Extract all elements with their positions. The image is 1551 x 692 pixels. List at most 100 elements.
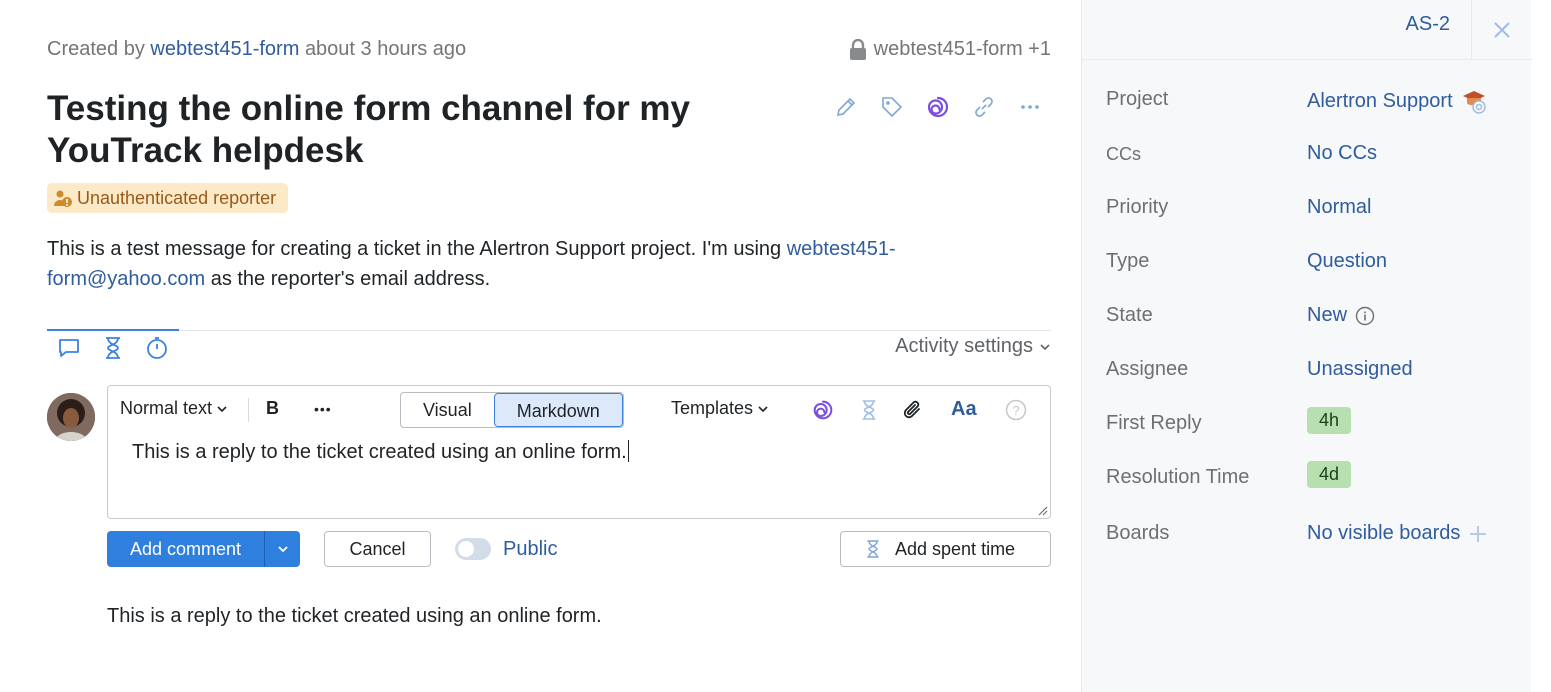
field-boards[interactable]: Boards No visible boards	[1106, 520, 1516, 574]
add-comment-button-group: Add comment	[107, 531, 301, 567]
activity-tab-active-indicator	[47, 329, 179, 331]
resize-handle-icon[interactable]	[1036, 504, 1048, 516]
sidebar-header: AS-2	[1082, 0, 1532, 60]
field-value-group[interactable]: 4d	[1307, 461, 1352, 488]
templates-label: Templates	[671, 398, 754, 418]
issue-main-pane: Created by webtest451-form about 3 hours…	[0, 0, 1081, 692]
history-tab-icon[interactable]	[145, 335, 169, 361]
bold-button[interactable]: B	[266, 398, 279, 419]
link-icon[interactable]	[971, 94, 997, 120]
text-style-dropdown[interactable]: Normal text	[120, 398, 228, 419]
editor-content-text: This is a reply to the ticket created us…	[132, 441, 627, 463]
issue-title: Testing the online form channel for my Y…	[47, 89, 691, 170]
field-label: Priority	[1106, 196, 1169, 218]
editor-toolbar: Normal text B ••• Visual Markdown Templa…	[108, 386, 1050, 434]
issue-id-link[interactable]: AS-2	[1406, 13, 1450, 36]
add-spent-time-button[interactable]: Add spent time	[840, 531, 1051, 567]
editor-mode-switch: Visual Markdown	[400, 392, 624, 428]
user-warning-icon	[54, 190, 72, 207]
field-project[interactable]: Project Alertron Support	[1106, 86, 1516, 140]
field-label: Boards	[1106, 522, 1170, 544]
cancel-button[interactable]: Cancel	[324, 531, 431, 567]
chevron-down-icon	[217, 405, 227, 412]
field-label: State	[1106, 304, 1153, 326]
field-resolution-time[interactable]: Resolution Time 4d	[1106, 461, 1516, 520]
field-value-group[interactable]: New	[1307, 304, 1375, 327]
field-ccs[interactable]: CCs No CCs	[1106, 140, 1516, 194]
issue-fields-sidebar: AS-2 Project Alertron Support CCs No CCs…	[1081, 0, 1532, 692]
tag-icon[interactable]	[879, 94, 905, 120]
avatar	[47, 393, 95, 441]
toolbar-divider	[248, 398, 249, 422]
field-label: Assignee	[1106, 358, 1189, 380]
created-user-link[interactable]: webtest451-form	[150, 38, 299, 60]
attachment-icon[interactable]	[899, 396, 927, 424]
markdown-mode-button[interactable]: Markdown	[493, 393, 623, 427]
more-formatting-button[interactable]: •••	[314, 401, 332, 417]
public-toggle[interactable]	[455, 538, 491, 560]
field-type[interactable]: Type Question	[1106, 248, 1516, 302]
reporter-badge: Unauthenticated reporter	[47, 183, 289, 213]
hourglass-icon[interactable]	[855, 396, 883, 424]
edit-pencil-icon[interactable]	[833, 94, 859, 120]
field-value-group[interactable]: No visible boards	[1307, 522, 1488, 545]
field-value[interactable]: Normal	[1307, 196, 1371, 219]
toggle-knob	[458, 541, 474, 557]
close-icon[interactable]	[1490, 18, 1514, 42]
visibility-label: webtest451-form +1	[873, 38, 1051, 60]
helpdesk-project-icon	[1462, 91, 1486, 114]
plus-icon[interactable]	[1468, 524, 1488, 544]
field-value-link[interactable]: Alertron Support	[1307, 88, 1487, 114]
reporter-badge-label: Unauthenticated reporter	[77, 187, 277, 208]
svg-text:?: ?	[1012, 403, 1019, 418]
more-actions-icon[interactable]	[1017, 94, 1043, 120]
editor-content[interactable]: This is a reply to the ticket created us…	[132, 440, 629, 464]
boards-value: No visible boards	[1307, 522, 1461, 544]
title-actions	[833, 94, 1043, 120]
templates-dropdown[interactable]: Templates	[671, 398, 769, 419]
ai-assistant-icon[interactable]	[809, 396, 837, 424]
lock-icon	[849, 38, 866, 60]
add-comment-button[interactable]: Add comment	[107, 531, 265, 567]
comment-editor[interactable]: Normal text B ••• Visual Markdown Templa…	[107, 385, 1051, 519]
add-spent-time-label: Add spent time	[895, 539, 1016, 559]
chevron-down-icon	[277, 546, 288, 553]
field-value[interactable]: Question	[1307, 250, 1387, 273]
sla-pill: 4d	[1307, 461, 1352, 488]
add-comment-options-button[interactable]	[264, 531, 301, 567]
help-icon[interactable]: ?	[1002, 396, 1030, 424]
field-priority[interactable]: Priority Normal	[1106, 194, 1516, 248]
ai-assistant-icon[interactable]	[925, 94, 951, 120]
public-toggle-label: Public	[503, 538, 558, 560]
hourglass-icon	[867, 540, 879, 558]
field-value[interactable]: No CCs	[1307, 142, 1377, 165]
description-text-2: as the reporter's email address.	[205, 268, 491, 290]
visibility-control[interactable]: webtest451-form +1	[848, 38, 1051, 61]
field-label: CCs	[1106, 144, 1141, 164]
field-state[interactable]: State New	[1106, 302, 1516, 356]
chevron-down-icon	[758, 405, 768, 412]
issue-description: This is a test message for creating a ti…	[47, 234, 1047, 294]
state-value: New	[1307, 304, 1348, 326]
field-value[interactable]: Unassigned	[1307, 358, 1413, 381]
activity-tabs-divider	[47, 330, 1051, 331]
field-label: Project	[1106, 88, 1169, 110]
field-first-reply[interactable]: First Reply 4h	[1106, 407, 1516, 464]
comments-tab-icon[interactable]	[57, 335, 81, 361]
created-time: about 3 hours ago	[304, 38, 467, 60]
field-assignee[interactable]: Assignee Unassigned	[1106, 356, 1516, 410]
activity-settings-dropdown[interactable]: Activity settings	[895, 335, 1051, 358]
field-label: First Reply	[1106, 412, 1202, 434]
info-icon[interactable]	[1355, 306, 1375, 326]
description-text-1: This is a test message for creating a ti…	[47, 238, 787, 260]
work-items-tab-icon[interactable]	[101, 335, 125, 361]
project-name: Alertron Support	[1307, 89, 1453, 112]
font-format-button[interactable]: Aa	[951, 398, 977, 421]
visual-mode-button[interactable]: Visual	[401, 393, 494, 427]
created-info: Created by webtest451-form about 3 hours…	[47, 38, 466, 61]
sla-pill: 4h	[1307, 407, 1352, 434]
field-value-group[interactable]: 4h	[1307, 407, 1352, 434]
chevron-down-icon	[1040, 343, 1050, 350]
field-label: Type	[1106, 250, 1150, 272]
created-prefix: Created by	[47, 38, 145, 60]
